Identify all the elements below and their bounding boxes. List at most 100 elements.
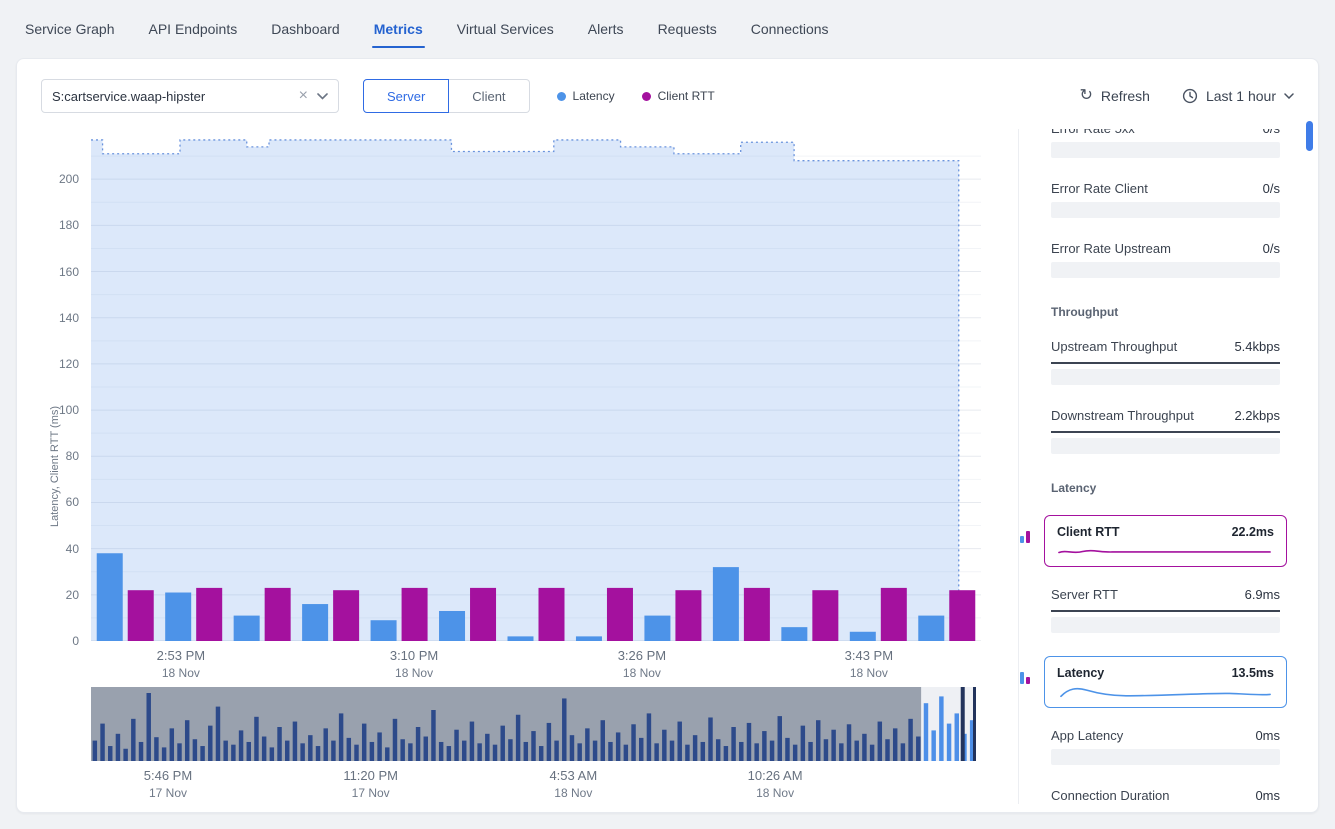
client-rtt-bar[interactable] xyxy=(881,588,907,641)
metric-value: 2.2kbps xyxy=(1234,408,1280,423)
metric-label: Latency xyxy=(1057,666,1104,680)
metric-row-error-rate-client[interactable]: Error Rate Client0/s xyxy=(1051,181,1280,218)
latency-bar[interactable] xyxy=(302,604,328,641)
latency-bar[interactable] xyxy=(508,636,534,641)
latency-bar[interactable] xyxy=(781,627,807,641)
y-tick-label: 180 xyxy=(59,218,79,232)
client-rtt-bar[interactable] xyxy=(744,588,770,641)
metrics-panel: S:cartservice.waap-hipster × Server Clie… xyxy=(16,58,1319,813)
latency-bar[interactable] xyxy=(918,616,944,641)
latency-bar[interactable] xyxy=(576,636,602,641)
clock-icon xyxy=(1182,88,1198,104)
brush-handle[interactable] xyxy=(961,687,965,761)
legend-item-client-rtt[interactable]: Client RTT xyxy=(642,89,715,103)
refresh-button[interactable]: ↻ Refresh xyxy=(1080,88,1150,104)
metric-sparkline xyxy=(1057,543,1274,560)
overview-x-axis-ticks: 5:46 PM17 Nov11:20 PM17 Nov4:53 AM18 Nov… xyxy=(91,768,976,806)
client-rtt-bar[interactable] xyxy=(607,588,633,641)
client-rtt-bar[interactable] xyxy=(539,588,565,641)
client-rtt-bar[interactable] xyxy=(265,588,291,641)
nav-item-virtual-services[interactable]: Virtual Services xyxy=(440,13,571,45)
server-toggle-button[interactable]: Server xyxy=(363,79,449,113)
section-heading-latency: Latency xyxy=(1051,481,1280,495)
time-range-label: Last 1 hour xyxy=(1206,88,1276,104)
nav-item-alerts[interactable]: Alerts xyxy=(571,13,641,45)
metric-row-error-rate-5xx[interactable]: Error Rate 5xx0/s xyxy=(1051,129,1280,158)
x-tick-label: 4:53 AM18 Nov xyxy=(528,768,618,800)
metric-row-error-rate-upstream[interactable]: Error Rate Upstream0/s xyxy=(1051,241,1280,278)
nav-item-dashboard[interactable]: Dashboard xyxy=(254,13,357,45)
time-range-select[interactable]: Last 1 hour xyxy=(1182,88,1294,104)
y-tick-label: 140 xyxy=(59,311,79,325)
nav-item-metrics[interactable]: Metrics xyxy=(357,13,440,45)
metric-sparkline xyxy=(1057,684,1274,701)
metric-value: 6.9ms xyxy=(1245,587,1280,602)
y-tick-label: 80 xyxy=(66,449,79,463)
client-rtt-bar[interactable] xyxy=(402,588,428,641)
metric-label: Error Rate 5xx xyxy=(1051,129,1135,136)
x-tick-label: 3:26 PM18 Nov xyxy=(597,648,687,680)
metric-value: 0/s xyxy=(1263,181,1280,196)
metric-chart-strip xyxy=(1051,262,1280,278)
chevron-down-icon xyxy=(1284,93,1294,99)
y-tick-label: 20 xyxy=(66,588,79,602)
y-tick-label: 200 xyxy=(59,172,79,186)
metric-card-client-rtt[interactable]: Client RTT22.2ms xyxy=(1044,515,1287,567)
latency-bar[interactable] xyxy=(439,611,465,641)
client-rtt-legend-dot xyxy=(642,92,651,101)
metric-label: App Latency xyxy=(1051,728,1123,743)
metric-row-server-rtt[interactable]: Server RTT6.9ms xyxy=(1051,587,1280,633)
brush-handle[interactable] xyxy=(973,687,976,761)
y-axis-ticks: 020406080100120140160180200 xyxy=(41,133,79,641)
nav-item-service-graph[interactable]: Service Graph xyxy=(8,13,131,45)
latency-bar-chart[interactable] xyxy=(91,133,981,641)
client-rtt-bar[interactable] xyxy=(812,590,838,641)
latency-bar[interactable] xyxy=(644,616,670,641)
client-rtt-bar[interactable] xyxy=(333,590,359,641)
x-tick-label: 5:46 PM17 Nov xyxy=(123,768,213,800)
legend-item-latency[interactable]: Latency xyxy=(557,89,615,103)
metric-sparkline xyxy=(1051,610,1280,612)
latency-bar[interactable] xyxy=(371,620,397,641)
client-rtt-bar[interactable] xyxy=(470,588,496,641)
y-tick-label: 120 xyxy=(59,357,79,371)
client-rtt-bar[interactable] xyxy=(128,590,154,641)
latency-bar[interactable] xyxy=(97,553,123,641)
nav-item-connections[interactable]: Connections xyxy=(734,13,846,45)
scrollbar-thumb[interactable] xyxy=(1306,121,1313,151)
client-rtt-bar[interactable] xyxy=(675,590,701,641)
chart-area: Latency, Client RTT (ms) 020406080100120… xyxy=(41,129,997,809)
y-tick-label: 60 xyxy=(66,495,79,509)
latency-bar[interactable] xyxy=(234,616,260,641)
nav-item-api-endpoints[interactable]: API Endpoints xyxy=(131,13,254,45)
overview-brush-chart[interactable] xyxy=(91,687,976,761)
latency-bar[interactable] xyxy=(850,632,876,641)
metric-sparkline xyxy=(1051,362,1280,364)
time-selection-area[interactable] xyxy=(91,140,959,641)
metric-chart-strip xyxy=(1051,438,1280,454)
metrics-sidebar: Error Rate 5xx0/sError Rate Client0/sErr… xyxy=(1018,129,1308,804)
metric-value: 0ms xyxy=(1255,788,1280,803)
chevron-down-icon[interactable] xyxy=(317,93,328,100)
metric-chart-strip xyxy=(1051,369,1280,385)
chart-type-icon xyxy=(1020,670,1035,684)
metric-row-downstream-throughput[interactable]: Downstream Throughput2.2kbps xyxy=(1051,408,1280,454)
latency-bar[interactable] xyxy=(165,593,191,641)
x-tick-label: 10:26 AM18 Nov xyxy=(730,768,820,800)
client-toggle-button[interactable]: Client xyxy=(449,79,529,113)
nav-item-requests[interactable]: Requests xyxy=(641,13,734,45)
latency-bar[interactable] xyxy=(713,567,739,641)
metric-label: Upstream Throughput xyxy=(1051,339,1177,354)
client-rtt-bar[interactable] xyxy=(196,588,222,641)
metric-card-latency[interactable]: Latency13.5ms xyxy=(1044,656,1287,708)
metric-label: Connection Duration xyxy=(1051,788,1170,803)
service-select[interactable]: S:cartservice.waap-hipster × xyxy=(41,79,339,113)
metric-row-connection-duration[interactable]: Connection Duration 0ms xyxy=(1051,788,1280,804)
y-tick-label: 0 xyxy=(72,634,79,648)
service-select-value: S:cartservice.waap-hipster xyxy=(52,89,290,104)
metric-row-app-latency[interactable]: App Latency0ms xyxy=(1051,728,1280,765)
client-rtt-bar[interactable] xyxy=(949,590,975,641)
metric-sparkline xyxy=(1051,431,1280,433)
metric-row-upstream-throughput[interactable]: Upstream Throughput5.4kbps xyxy=(1051,339,1280,385)
clear-icon[interactable]: × xyxy=(299,88,308,104)
